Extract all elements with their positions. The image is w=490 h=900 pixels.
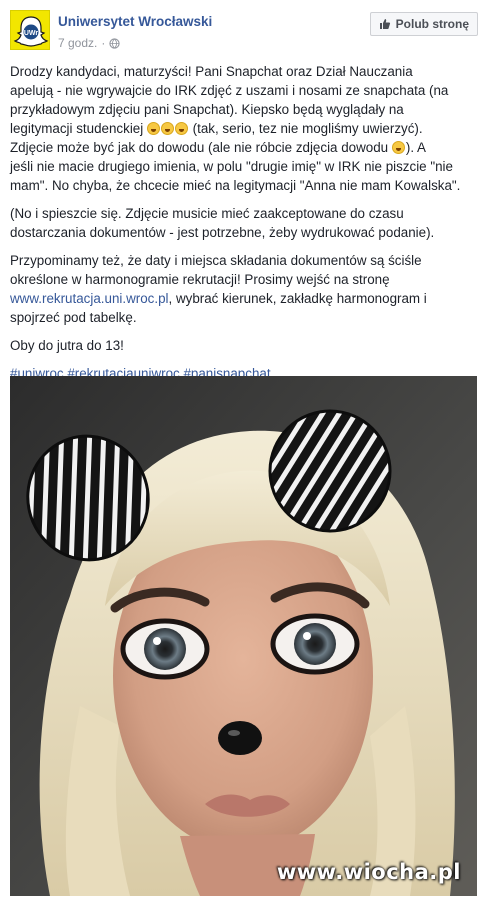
text-line: ). A xyxy=(405,140,426,155)
paragraph-3: Przypominamy też, że daty i miejsca skła… xyxy=(10,251,480,327)
post-body: Drodzy kandydaci, maturzyści! Pani Snapc… xyxy=(10,62,480,392)
post-timestamp[interactable]: 7 godz. xyxy=(58,36,97,50)
text-line: mam". No chyba, że chcecie mieć na legit… xyxy=(10,178,461,193)
laughing-emoji-icon xyxy=(391,141,405,154)
post-header: UWr Uniwersytet Wrocławski 7 godz. · Pol… xyxy=(10,8,480,56)
like-page-button[interactable]: Polub stronę xyxy=(369,12,478,36)
globe-icon xyxy=(109,37,121,49)
text-line: legitymacji studenckiej xyxy=(10,121,147,136)
like-page-label: Polub stronę xyxy=(395,17,469,31)
text-line: spojrzeć pod tabelkę. xyxy=(10,310,137,325)
recruitment-link[interactable]: www.rekrutacja.uni.wroc.pl xyxy=(10,291,169,306)
watermark: www.wiocha.pl xyxy=(276,860,461,884)
text-line: przykładowym zdjęciu pani Snapchat). Kie… xyxy=(10,102,404,117)
page-name-link[interactable]: Uniwersytet Wrocławski xyxy=(58,14,212,29)
laughing-emoji-icon xyxy=(174,122,188,135)
post-photo[interactable]: www.wiocha.pl xyxy=(10,376,477,896)
text-line: określone w harmonogramie rekrutacji! Pr… xyxy=(10,272,390,287)
paragraph-4: Oby do jutra do 13! xyxy=(10,336,480,355)
text-line: dostarczania dokumentów - jest potrzebne… xyxy=(10,225,435,240)
text-line: Przypominamy też, że daty i miejsca skła… xyxy=(10,253,422,268)
laughing-emoji-icon xyxy=(160,122,174,135)
avatar-text: UWr xyxy=(24,30,39,37)
text-line: (No i spieszcie się. Zdjęcie musicie mie… xyxy=(10,206,404,221)
text-line: , wybrać kierunek, zakładkę harmonogram … xyxy=(168,291,427,306)
text-line: jeśli nie macie drugiego imienia, w polu… xyxy=(10,159,453,174)
post-meta: 7 godz. · xyxy=(58,36,121,50)
text-line: (tak, serio, tez nie mogliśmy uwierzyć). xyxy=(188,121,423,136)
text-line: Oby do jutra do 13! xyxy=(10,338,124,353)
paragraph-2: (No i spieszcie się. Zdjęcie musicie mie… xyxy=(10,204,480,242)
text-line: Drodzy kandydaci, maturzyści! Pani Snapc… xyxy=(10,64,413,79)
text-line: Zdjęcie może być jak do dowodu (ale nie … xyxy=(10,140,392,155)
page-avatar[interactable]: UWr xyxy=(10,10,50,50)
paragraph-1: Drodzy kandydaci, maturzyści! Pani Snapc… xyxy=(10,62,480,195)
facebook-post: UWr Uniwersytet Wrocławski 7 godz. · Pol… xyxy=(0,0,490,900)
snapchat-ghost-logo: UWr xyxy=(13,16,49,47)
thumbs-up-icon xyxy=(379,19,390,29)
laughing-emoji-icon xyxy=(146,122,160,135)
text-line: apelują - nie wgrywajcie do IRK zdjęć z … xyxy=(10,83,449,98)
snapchat-selfie-image xyxy=(10,376,477,896)
